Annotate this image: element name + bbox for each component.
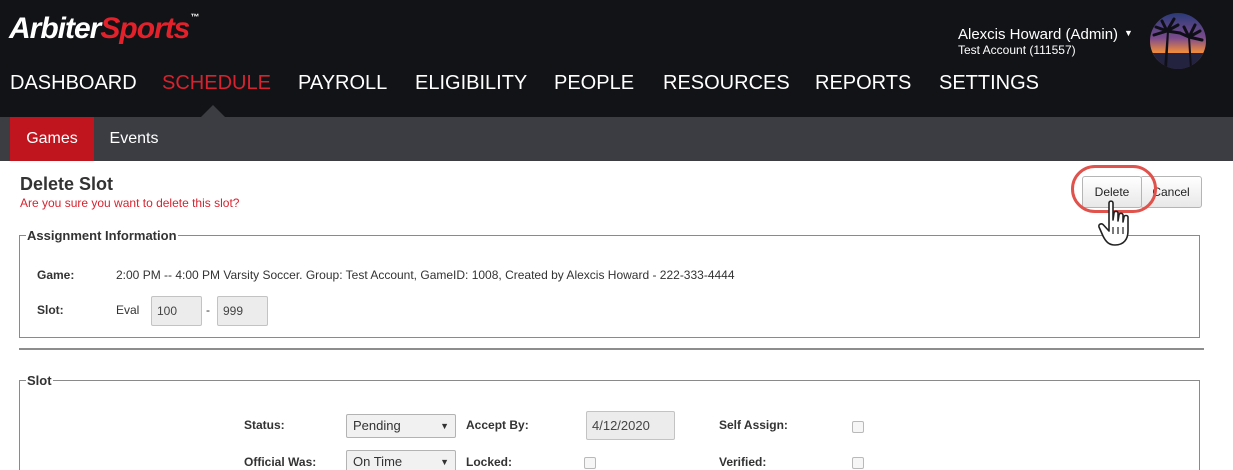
logo-text-arbiter: Arbiter: [9, 12, 101, 45]
slot-from-field[interactable]: 100: [151, 296, 202, 326]
self-assign-checkbox[interactable]: [852, 421, 864, 433]
slot-label: Slot:: [37, 303, 64, 317]
locked-checkbox[interactable]: [584, 457, 596, 469]
logo-trademark: ™: [190, 12, 199, 22]
slot-legend: Slot: [27, 373, 52, 388]
nav-people[interactable]: PEOPLE: [554, 72, 634, 95]
official-was-select[interactable]: On Time ▼: [346, 450, 456, 470]
section-divider: [19, 348, 1204, 350]
confirmation-message: Are you sure you want to delete this slo…: [20, 196, 240, 210]
slot-type: Eval: [116, 303, 140, 317]
top-header: ArbiterSports™ Alexcis Howard (Admin) ▼ T…: [0, 0, 1233, 117]
verified-checkbox[interactable]: [852, 457, 864, 469]
avatar[interactable]: [1150, 13, 1206, 69]
accept-by-label: Accept By:: [466, 418, 529, 432]
tab-games[interactable]: Games: [10, 117, 94, 161]
accept-by-field[interactable]: 4/12/2020: [586, 411, 675, 440]
caret-down-icon[interactable]: ▼: [1124, 24, 1133, 42]
arbitersports-logo[interactable]: ArbiterSports™: [9, 12, 199, 46]
nav-reports[interactable]: REPORTS: [815, 72, 911, 95]
user-menu[interactable]: Alexcis Howard (Admin) ▼ Test Account (11…: [958, 24, 1133, 57]
self-assign-label: Self Assign:: [719, 418, 788, 432]
official-was-label: Official Was:: [244, 455, 317, 469]
game-value: 2:00 PM -- 4:00 PM Varsity Soccer. Group…: [116, 268, 735, 282]
nav-payroll[interactable]: PAYROLL: [298, 72, 387, 95]
sub-nav: Games Events: [0, 117, 1233, 161]
logo-text-sports: Sports: [100, 12, 190, 45]
status-label: Status:: [244, 418, 285, 432]
slot-to-field[interactable]: 999: [217, 296, 268, 326]
game-label: Game:: [37, 268, 75, 282]
nav-eligibility[interactable]: ELIGIBILITY: [415, 72, 527, 95]
nav-schedule[interactable]: SCHEDULE: [162, 72, 271, 95]
assignment-information-legend: Assignment Information: [27, 228, 177, 243]
page-title: Delete Slot: [20, 174, 114, 194]
active-nav-indicator: [201, 105, 225, 117]
caret-down-icon: ▼: [440, 457, 449, 467]
verified-label: Verified:: [719, 455, 767, 469]
user-account: Test Account (111557): [958, 43, 1076, 57]
nav-settings[interactable]: SETTINGS: [939, 72, 1039, 95]
hand-pointer-icon: [1096, 200, 1136, 248]
nav-dashboard[interactable]: DASHBOARD: [10, 72, 137, 95]
official-was-select-value: On Time: [353, 454, 403, 469]
status-select[interactable]: Pending ▼: [346, 414, 456, 438]
status-select-value: Pending: [353, 418, 401, 433]
nav-resources[interactable]: RESOURCES: [663, 72, 790, 95]
slot-range-separator: -: [206, 303, 210, 317]
user-name[interactable]: Alexcis Howard (Admin): [958, 26, 1118, 43]
tab-events[interactable]: Events: [94, 117, 174, 161]
locked-label: Locked:: [466, 455, 513, 469]
caret-down-icon: ▼: [440, 421, 449, 431]
